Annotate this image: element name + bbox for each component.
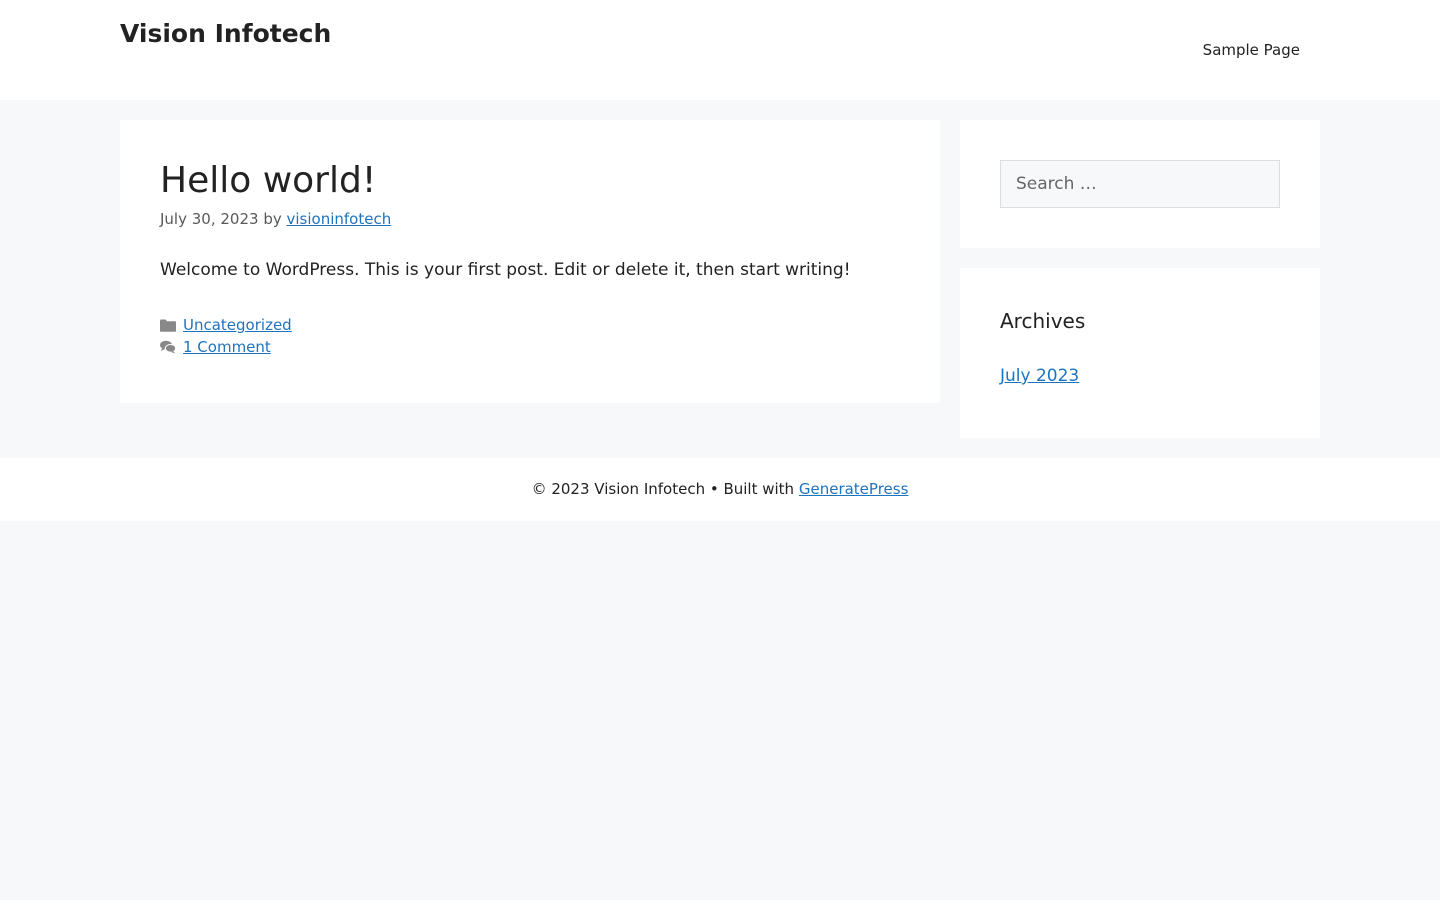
post-paragraph: Welcome to WordPress. This is your first… (160, 260, 851, 280)
post-author-link[interactable]: visioninfotech (287, 210, 392, 228)
site-header: Vision Infotech Sample Page (0, 0, 1440, 100)
archives-title: Archives (1000, 309, 1086, 333)
post-comments-link[interactable]: 1 Comment (183, 336, 271, 358)
comments-icon (160, 340, 176, 354)
post-by-text: by (263, 210, 282, 228)
post-content: Welcome to WordPress. This is your first… (160, 256, 900, 284)
post-meta: July 30, 2023 by visioninfotech (160, 208, 900, 230)
archive-link-july-2023[interactable]: July 2023 (1000, 366, 1079, 386)
site-footer: © 2023 Vision Infotech • Built with Gene… (0, 458, 1440, 521)
archives-widget: Archives July 2023 (960, 268, 1320, 438)
post-comments-line: 1 Comment (160, 336, 900, 358)
post-date: July 30, 2023 (160, 210, 259, 228)
search-input[interactable] (1000, 160, 1280, 208)
generatepress-link[interactable]: GeneratePress (799, 480, 909, 498)
site-content: Hello world! July 30, 2023 by visioninfo… (0, 100, 1440, 458)
post-category-link[interactable]: Uncategorized (183, 314, 292, 336)
main-navigation: Sample Page (1183, 0, 1320, 100)
search-widget (960, 120, 1320, 248)
post-footer: Uncategorized 1 Comment (160, 314, 900, 358)
archive-item: July 2023 (1000, 362, 1280, 390)
post-article: Hello world! July 30, 2023 by visioninfo… (120, 120, 940, 403)
folder-icon (160, 318, 176, 332)
nav-item-sample-page[interactable]: Sample Page (1183, 0, 1320, 100)
archives-list: July 2023 (1000, 362, 1280, 390)
post-title: Hello world! (160, 160, 377, 201)
footer-copyright: © 2023 Vision Infotech • Built with (531, 480, 795, 498)
post-category-line: Uncategorized (160, 314, 900, 336)
site-title[interactable]: Vision Infotech (120, 16, 331, 52)
